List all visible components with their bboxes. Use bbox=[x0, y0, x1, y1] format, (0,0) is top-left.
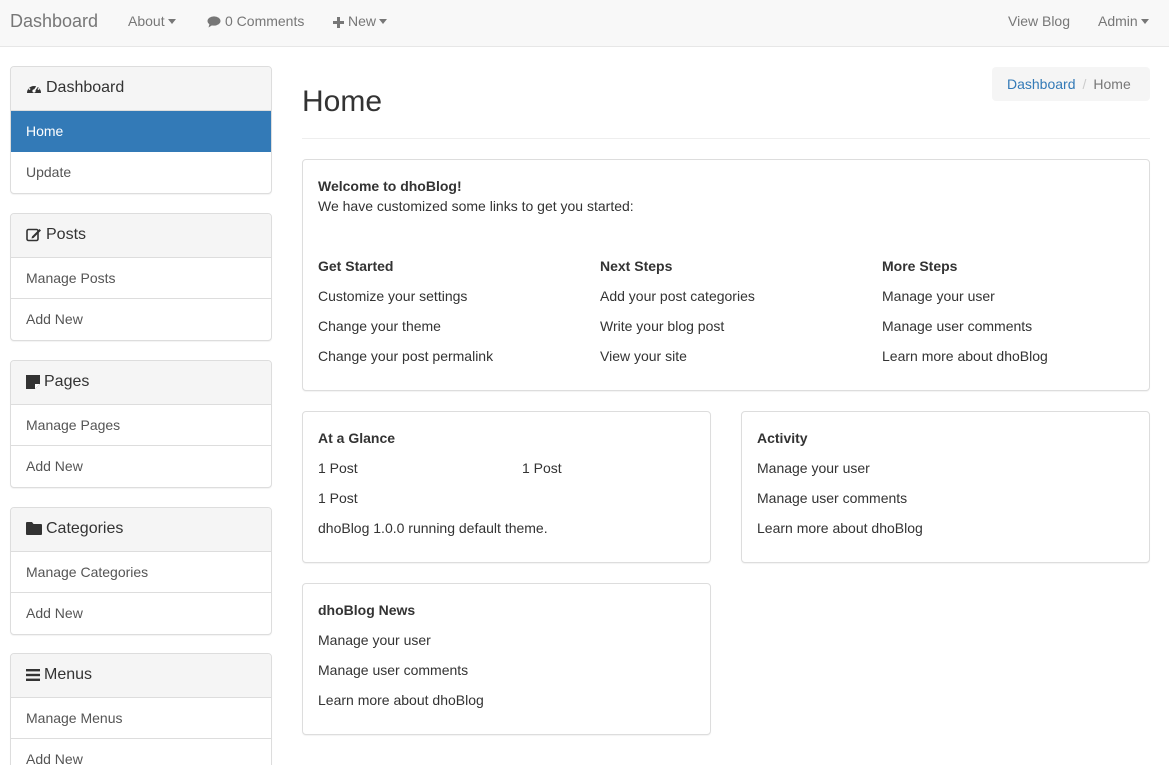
sidebar-item-add-new-post[interactable]: Add New bbox=[11, 299, 271, 340]
get-started-heading: Get Started bbox=[318, 258, 394, 274]
admin-menu[interactable]: Admin bbox=[1098, 0, 1149, 46]
sidebar-item-manage-posts[interactable]: Manage Posts bbox=[11, 258, 271, 299]
about-label: About bbox=[128, 13, 165, 29]
welcome-link[interactable]: Manage your user bbox=[882, 288, 995, 304]
folder-icon bbox=[26, 522, 42, 536]
sidebar-panel-pages: Pages Manage Pages Add New bbox=[10, 360, 272, 488]
new-menu[interactable]: New bbox=[333, 0, 388, 46]
sidebar-panel-dashboard: Dashboard Home Update bbox=[10, 66, 272, 194]
page-title: Home bbox=[302, 85, 383, 118]
comments-link[interactable]: 0 Comments bbox=[207, 0, 304, 46]
plus-icon bbox=[333, 16, 344, 28]
chevron-down-icon bbox=[379, 18, 388, 24]
news-link[interactable]: Learn more about dhoBlog bbox=[318, 692, 484, 708]
welcome-link[interactable]: Manage user comments bbox=[882, 318, 1032, 334]
news-link[interactable]: Manage user comments bbox=[318, 662, 468, 678]
news-title: dhoBlog News bbox=[318, 602, 416, 618]
sidebar-item-manage-menus[interactable]: Manage Menus bbox=[11, 698, 271, 739]
welcome-title: Welcome to dhoBlog! bbox=[318, 178, 462, 194]
top-navbar: Dashboard About 0 Comments New View Blog… bbox=[0, 0, 1169, 47]
sidebar-panel-posts: Posts Manage Posts Add New bbox=[10, 213, 272, 341]
panel-title: Menus bbox=[44, 666, 93, 683]
about-menu[interactable]: About bbox=[128, 0, 176, 46]
comment-icon bbox=[207, 16, 221, 28]
welcome-panel: Welcome to dhoBlog! We have customized s… bbox=[302, 159, 1150, 391]
activity-link[interactable]: Manage your user bbox=[757, 460, 870, 476]
sticky-note-icon bbox=[26, 374, 40, 389]
welcome-link[interactable]: Change your theme bbox=[318, 318, 441, 334]
breadcrumb-separator: / bbox=[1082, 76, 1087, 92]
comments-label: 0 Comments bbox=[225, 13, 305, 29]
breadcrumb-dashboard-link[interactable]: Dashboard bbox=[1007, 76, 1076, 92]
more-steps-heading: More Steps bbox=[882, 258, 958, 274]
welcome-link[interactable]: View your site bbox=[600, 348, 687, 364]
activity-link[interactable]: Manage user comments bbox=[757, 490, 907, 506]
sidebar-panel-menus: Menus Manage Menus Add New bbox=[10, 653, 272, 765]
sidebar-item-manage-pages[interactable]: Manage Pages bbox=[11, 405, 271, 446]
sidebar-item-add-new-category[interactable]: Add New bbox=[11, 593, 271, 634]
welcome-link[interactable]: Add your post categories bbox=[600, 288, 755, 304]
glance-item[interactable]: 1 Post bbox=[318, 490, 358, 506]
panel-heading: Categories bbox=[11, 508, 271, 552]
brand-link[interactable]: Dashboard bbox=[10, 0, 98, 46]
tachometer-icon bbox=[27, 82, 41, 93]
panel-title: Dashboard bbox=[46, 79, 125, 96]
sidebar-item-manage-categories[interactable]: Manage Categories bbox=[11, 552, 271, 593]
activity-panel: Activity Manage your user Manage user co… bbox=[741, 411, 1150, 563]
view-blog-link[interactable]: View Blog bbox=[1008, 0, 1070, 46]
activity-title: Activity bbox=[757, 430, 808, 446]
bars-icon bbox=[26, 668, 40, 681]
new-label: New bbox=[348, 13, 377, 29]
breadcrumb: Dashboard / Home bbox=[992, 67, 1150, 101]
news-panel: dhoBlog News Manage your user Manage use… bbox=[302, 583, 711, 735]
glance-item[interactable]: 1 Post bbox=[522, 460, 562, 476]
panel-title: Categories bbox=[46, 520, 124, 537]
sidebar-item-home[interactable]: Home bbox=[11, 111, 271, 152]
edit-icon bbox=[26, 228, 41, 242]
activity-link[interactable]: Learn more about dhoBlog bbox=[757, 520, 923, 536]
sidebar-item-add-new-menu[interactable]: Add New bbox=[11, 739, 271, 765]
title-divider bbox=[302, 138, 1150, 139]
version-info: dhoBlog 1.0.0 running default theme. bbox=[318, 520, 548, 536]
chevron-down-icon bbox=[167, 18, 176, 24]
news-link[interactable]: Manage your user bbox=[318, 632, 431, 648]
panel-heading: Pages bbox=[11, 361, 271, 405]
sidebar-panel-categories: Categories Manage Categories Add New bbox=[10, 507, 272, 635]
sidebar-item-update[interactable]: Update bbox=[11, 152, 271, 193]
sidebar-item-add-new-page[interactable]: Add New bbox=[11, 446, 271, 487]
next-steps-heading: Next Steps bbox=[600, 258, 673, 274]
at-a-glance-title: At a Glance bbox=[318, 430, 396, 446]
admin-label: Admin bbox=[1098, 13, 1138, 29]
welcome-link[interactable]: Write your blog post bbox=[600, 318, 724, 334]
at-a-glance-panel: At a Glance 1 Post 1 Post 1 Post dhoBlog… bbox=[302, 411, 711, 563]
panel-heading: Dashboard bbox=[11, 67, 271, 111]
panel-heading: Menus bbox=[11, 654, 271, 698]
chevron-down-icon bbox=[1140, 18, 1149, 24]
breadcrumb-current: Home bbox=[1093, 76, 1131, 92]
panel-title: Posts bbox=[46, 226, 87, 243]
panel-heading: Posts bbox=[11, 214, 271, 258]
glance-item[interactable]: 1 Post bbox=[318, 460, 358, 476]
panel-title: Pages bbox=[44, 373, 90, 390]
welcome-link[interactable]: Customize your settings bbox=[318, 288, 467, 304]
welcome-link[interactable]: Learn more about dhoBlog bbox=[882, 348, 1048, 364]
welcome-subtitle: We have customized some links to get you… bbox=[318, 198, 634, 214]
welcome-link[interactable]: Change your post permalink bbox=[318, 348, 493, 364]
